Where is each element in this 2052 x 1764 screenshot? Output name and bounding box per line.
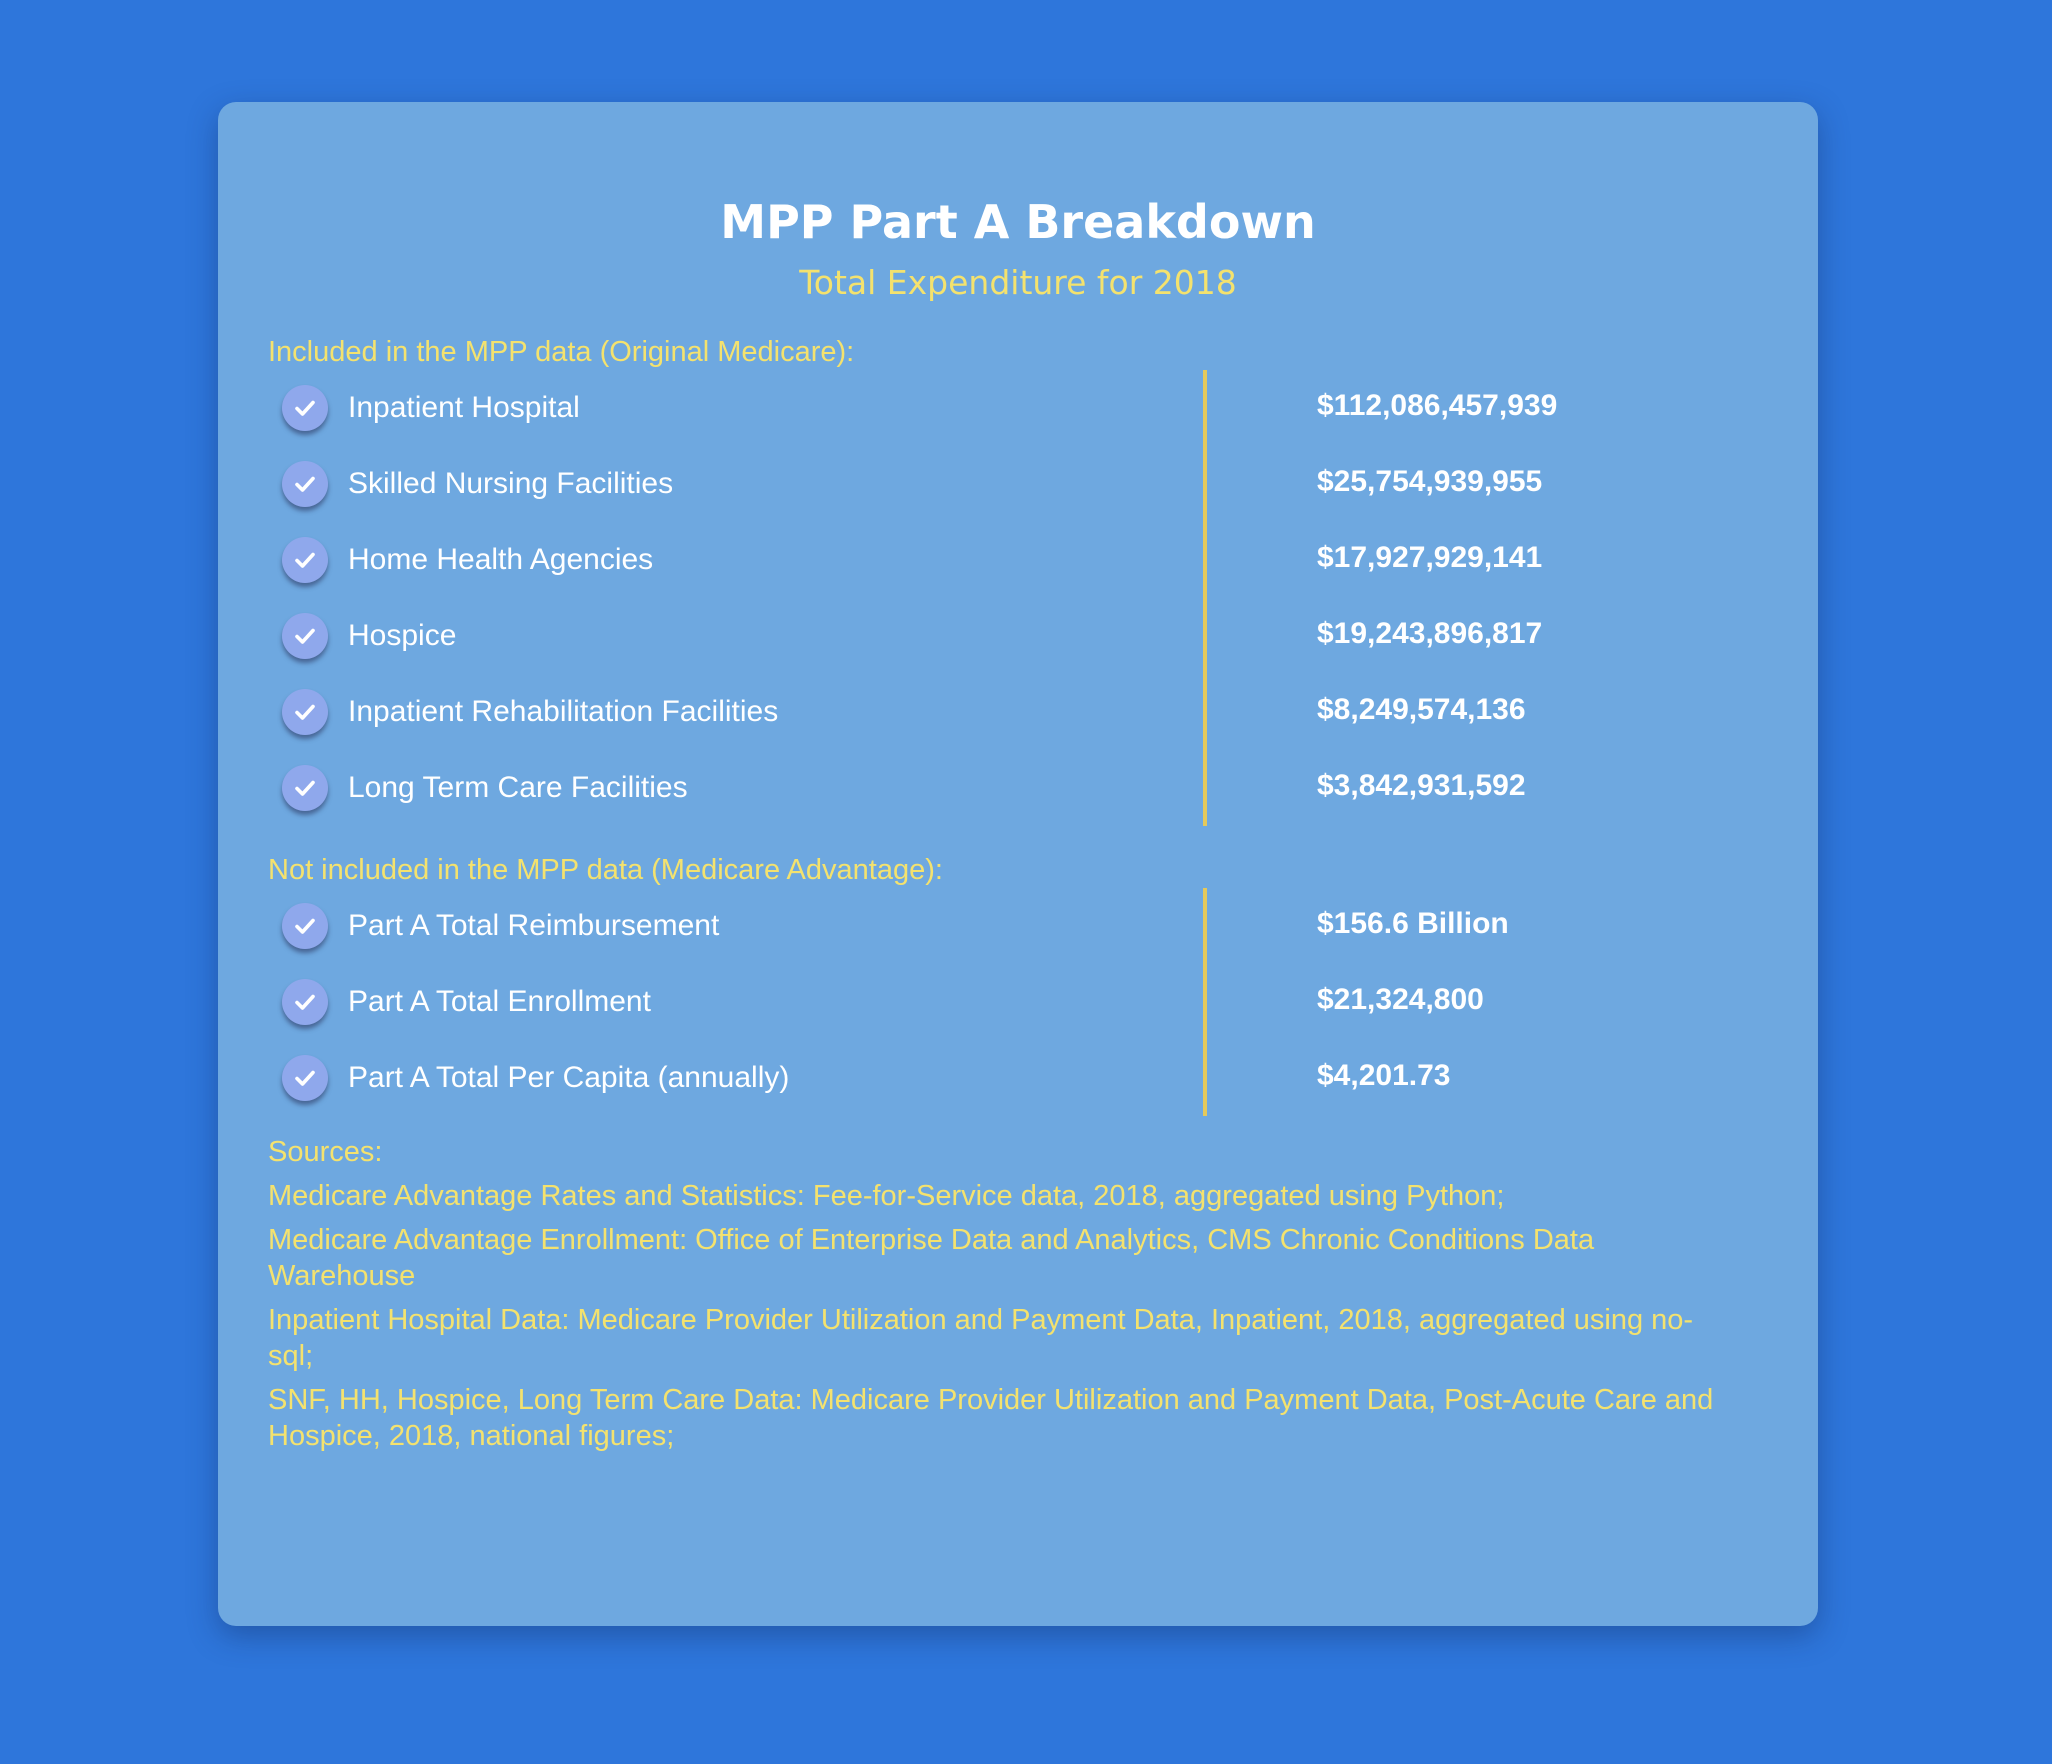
check-icon [282,385,328,431]
check-icon [282,537,328,583]
item-label: Skilled Nursing Facilities [348,467,674,500]
item-label: Inpatient Hospital [348,391,580,424]
item-label: Inpatient Rehabilitation Facilities [348,695,779,728]
check-icon [282,461,328,507]
list-item: Part A Total Per Capita (annually) [268,1040,1203,1116]
item-label-column: Part A Total Reimbursement Part A Total … [268,888,1203,1116]
item-value: $25,754,939,955 [1317,465,1543,498]
item-label: Part A Total Per Capita (annually) [348,1061,790,1094]
list-item: Long Term Care Facilities [268,750,1203,826]
list-item: Part A Total Reimbursement [268,888,1203,964]
item-label: Long Term Care Facilities [348,771,688,804]
breakdown-card: MPP Part A Breakdown Total Expenditure f… [218,102,1818,1626]
item-value: $17,927,929,141 [1317,541,1543,574]
item-value: $3,842,931,592 [1317,769,1526,802]
page-title: MPP Part A Breakdown [720,195,1316,249]
check-icon [282,979,328,1025]
check-icon [282,903,328,949]
check-icon [282,765,328,811]
item-value: $8,249,574,136 [1317,693,1526,726]
item-value: $19,243,896,817 [1317,617,1543,650]
sources-heading: Sources: [268,1136,383,1168]
list-item: Inpatient Hospital [268,370,1203,446]
list-item: Hospice [268,598,1203,674]
source-line: Medicare Advantage Rates and Statistics:… [268,1180,1505,1212]
section-included: Inpatient Hospital Skilled Nursing Facil… [268,370,1768,826]
section-not-included: Part A Total Reimbursement Part A Total … [268,888,1768,1116]
item-label: Part A Total Reimbursement [348,909,720,942]
value-column: $112,086,457,939 $25,754,939,955 $17,927… [1203,370,1763,826]
item-label: Part A Total Enrollment [348,985,651,1018]
item-label: Hospice [348,619,457,652]
item-value: $21,324,800 [1317,983,1484,1016]
item-label: Home Health Agencies [348,543,654,576]
list-item: Skilled Nursing Facilities [268,446,1203,522]
source-line: Inpatient Hospital Data: Medicare Provid… [268,1304,1694,1372]
page-subtitle: Total Expenditure for 2018 [799,263,1237,302]
value-column: $156.6 Billion $21,324,800 $4,201.73 [1203,888,1763,1116]
check-icon [282,1055,328,1101]
check-icon [282,613,328,659]
item-label-column: Inpatient Hospital Skilled Nursing Facil… [268,370,1203,826]
section-heading-not-included: Not included in the MPP data (Medicare A… [268,854,943,886]
section-heading-included: Included in the MPP data (Original Medic… [268,336,855,368]
item-value: $156.6 Billion [1317,907,1509,940]
source-line: SNF, HH, Hospice, Long Term Care Data: M… [268,1384,1714,1452]
item-value: $112,086,457,939 [1317,389,1558,422]
list-item: Home Health Agencies [268,522,1203,598]
list-item: Inpatient Rehabilitation Facilities [268,674,1203,750]
source-line: Medicare Advantage Enrollment: Office of… [268,1224,1595,1292]
item-value: $4,201.73 [1317,1059,1451,1092]
list-item: Part A Total Enrollment [268,964,1203,1040]
sources-section: Sources: Medicare Advantage Rates and St… [268,1134,1768,1454]
check-icon [282,689,328,735]
